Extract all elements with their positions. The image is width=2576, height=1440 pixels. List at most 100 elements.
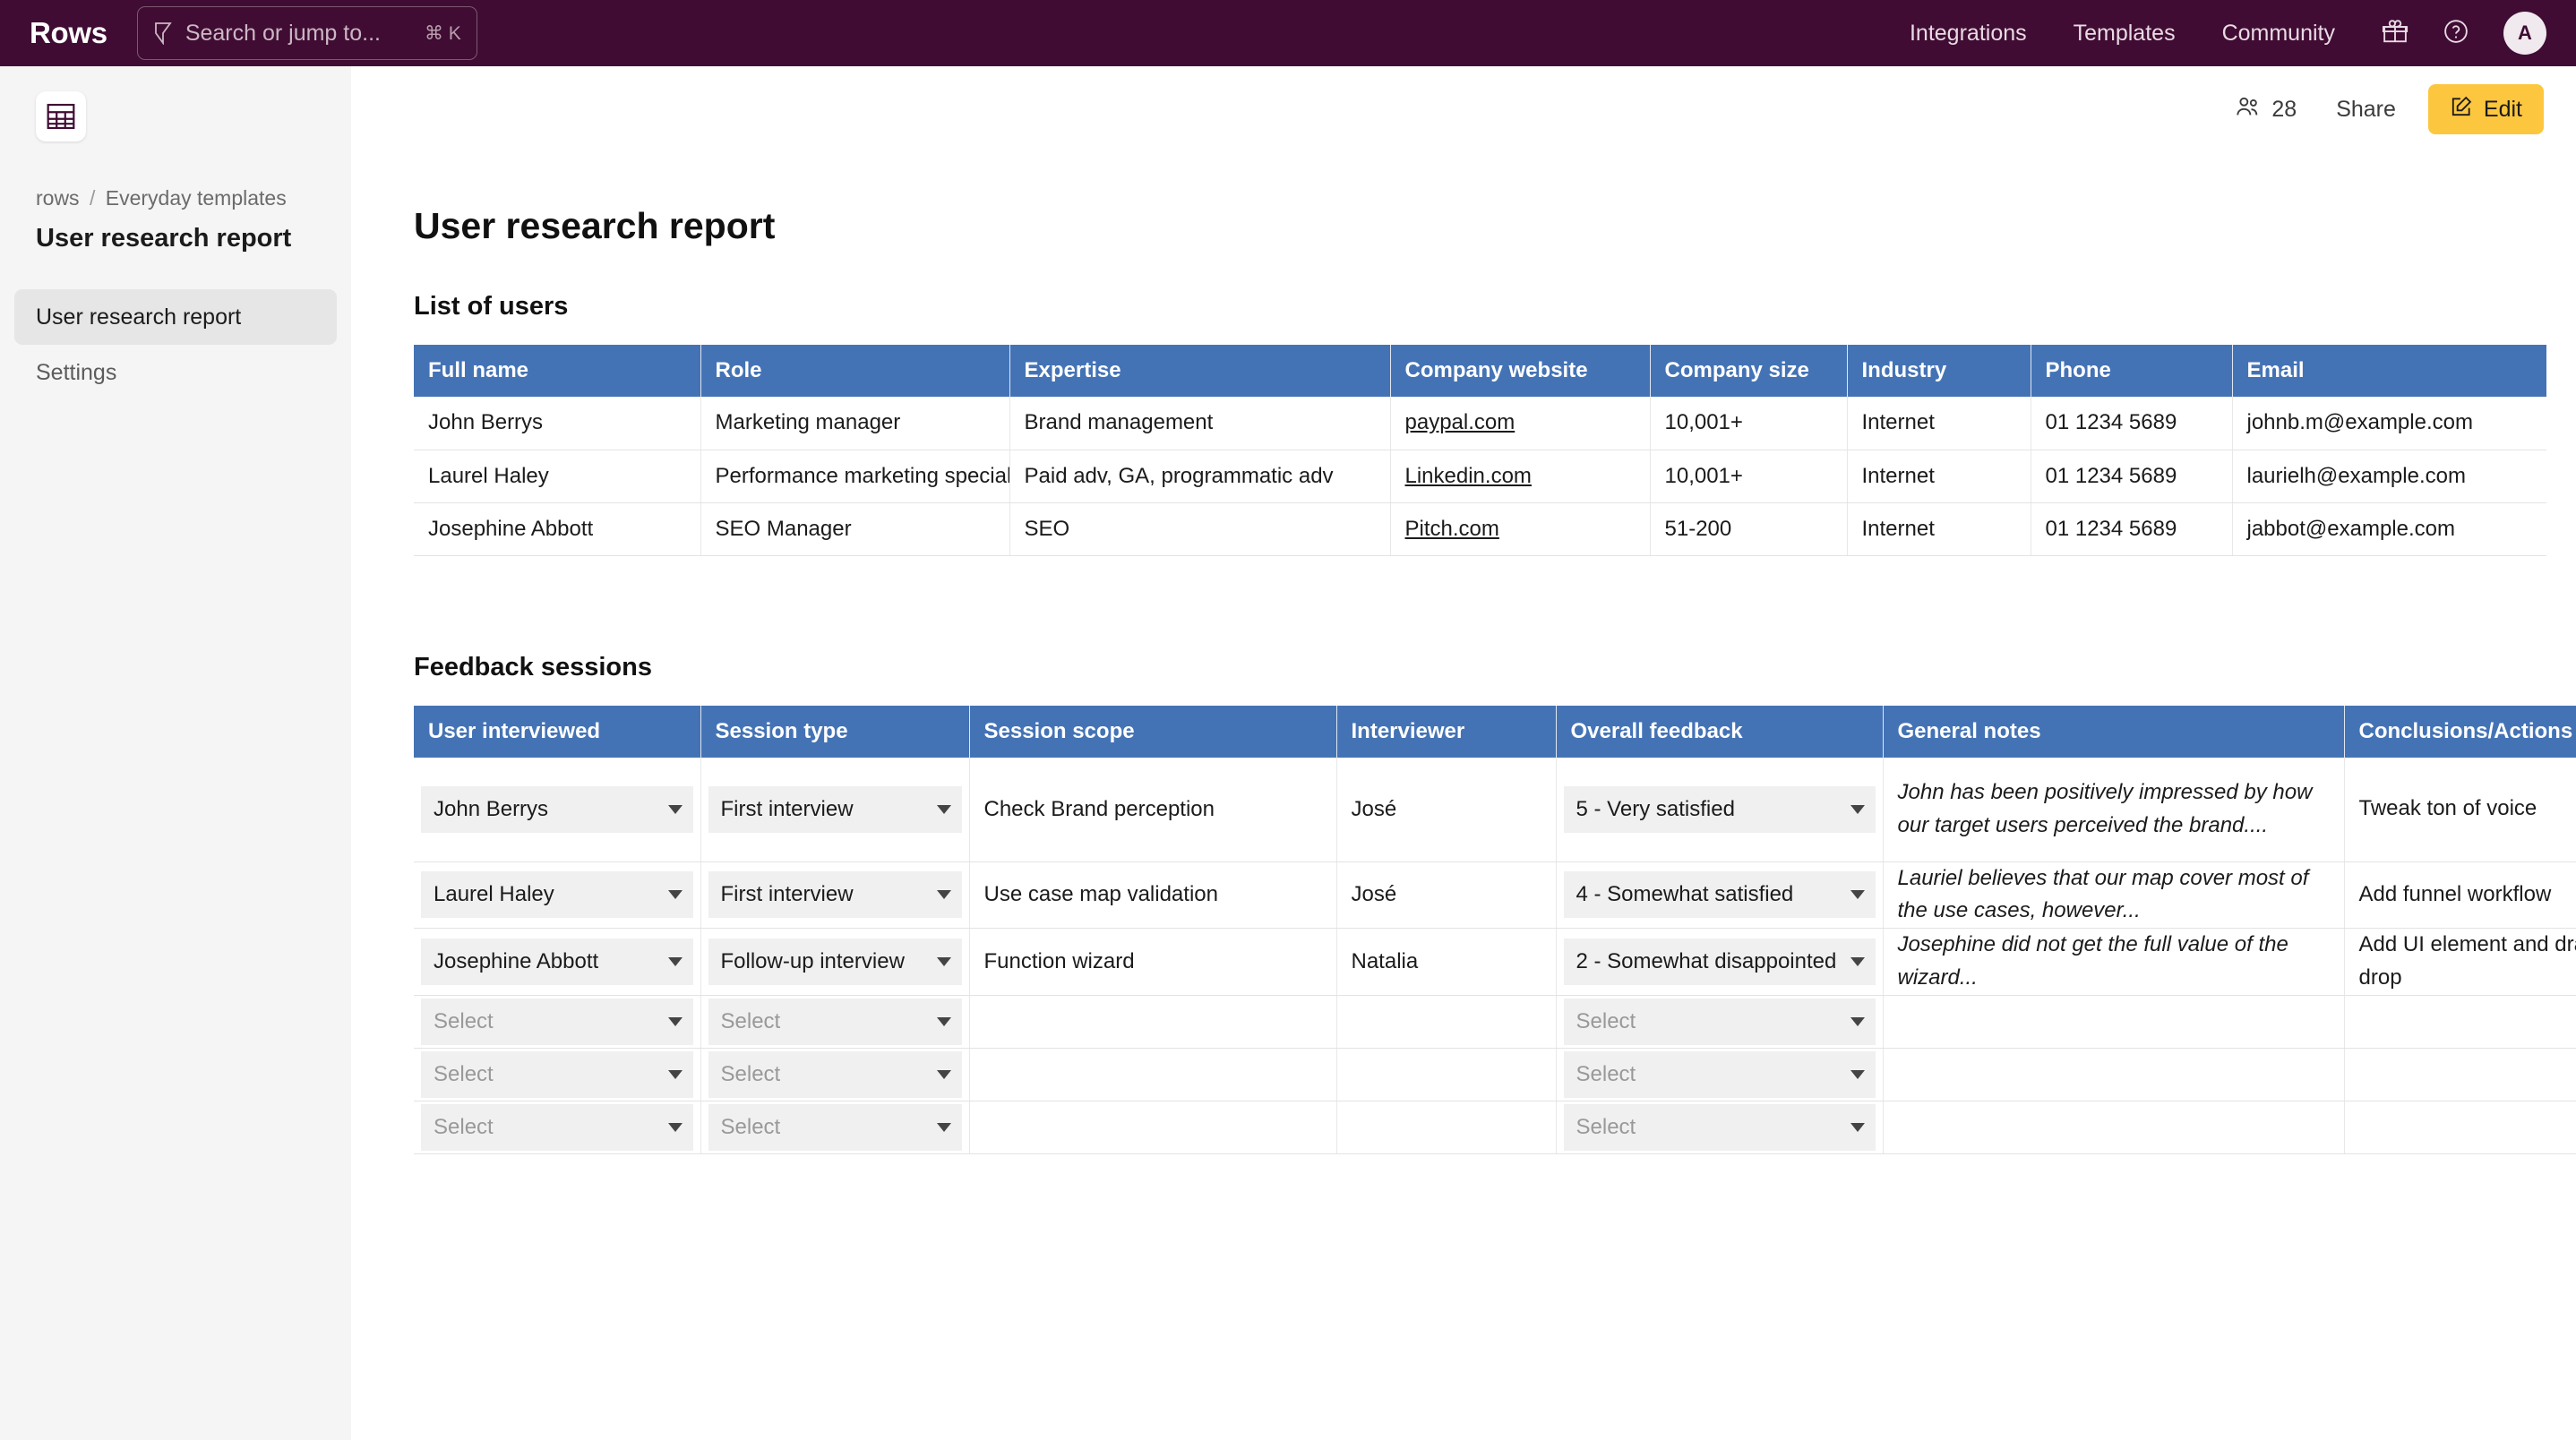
user-interviewed-select[interactable]: John Berrys [421,785,693,833]
cell-company-website[interactable]: Pitch.com [1390,502,1651,556]
cell-company-size[interactable]: 10,001+ [1650,397,1848,450]
nav-community[interactable]: Community [2222,21,2335,47]
cell-conclusions[interactable]: Tweak ton of voice [2344,758,2576,862]
cell-general-notes[interactable]: Josephine did not get the full value of … [1883,928,2345,997]
session-type-select[interactable]: Follow-up interview [708,939,962,986]
company-website-link[interactable]: Pitch.com [1405,517,1499,541]
cell-interviewer[interactable]: José [1336,758,1557,862]
gift-icon[interactable] [2382,18,2409,49]
cell-user-interviewed[interactable]: John Berrys [414,758,701,862]
cell-overall-feedback[interactable]: 4 - Somewhat satisfied [1556,861,1884,930]
col-expertise[interactable]: Expertise [1009,345,1391,397]
overall-feedback-select[interactable]: Select [1563,1104,1876,1152]
table-row[interactable]: Josephine Abbott Follow-up interview Fun… [414,928,2576,997]
col-general-notes[interactable]: General notes [1883,706,2345,758]
cell-session-scope[interactable] [969,1101,1337,1155]
cell-conclusions[interactable] [2344,1048,2576,1102]
col-full-name[interactable]: Full name [414,345,701,397]
col-email[interactable]: Email [2232,345,2546,397]
company-website-link[interactable]: Linkedin.com [1405,464,1532,488]
cell-user-interviewed[interactable]: Select [414,995,701,1050]
brand-logo[interactable]: Rows [30,16,107,50]
session-type-select[interactable]: Select [708,1051,962,1099]
cell-session-type[interactable]: Select [700,1048,970,1102]
cell-user-interviewed[interactable]: Select [414,1048,701,1102]
cell-overall-feedback[interactable]: 2 - Somewhat disappointed [1556,928,1884,997]
table-row[interactable]: Josephine Abbott SEO Manager SEO Pitch.c… [414,502,2546,556]
user-interviewed-select[interactable]: Select [421,1104,693,1152]
cell-expertise[interactable]: SEO [1009,502,1391,556]
cell-user-interviewed[interactable]: Laurel Haley [414,861,701,930]
edit-button[interactable]: Edit [2427,84,2544,134]
table-row[interactable]: Laurel Haley Performance marketing speci… [414,450,2546,503]
cell-session-scope[interactable] [969,1048,1337,1102]
sidebar-item-user-research-report[interactable]: User research report [14,289,337,346]
search-input[interactable]: Search or jump to... ⌘ K [136,6,477,60]
col-session-type[interactable]: Session type [700,706,970,758]
cell-full-name[interactable]: Laurel Haley [414,450,701,503]
cell-session-scope[interactable]: Check Brand perception [969,758,1337,862]
breadcrumb-folder[interactable]: Everyday templates [106,186,287,210]
user-interviewed-select[interactable]: Select [421,999,693,1046]
overall-feedback-select[interactable]: Select [1563,1051,1876,1099]
cell-industry[interactable]: Internet [1847,397,2031,450]
cell-conclusions[interactable]: Add UI element and drag-drop [2344,928,2576,997]
company-website-link[interactable]: paypal.com [1405,410,1516,434]
cell-interviewer[interactable] [1336,1048,1557,1102]
cell-interviewer[interactable]: Natalia [1336,928,1557,997]
cell-overall-feedback[interactable]: 5 - Very satisfied [1556,758,1884,862]
cell-role[interactable]: Marketing manager [700,397,1010,450]
help-icon[interactable] [2443,18,2469,49]
cell-interviewer[interactable] [1336,1101,1557,1155]
cell-general-notes[interactable]: John has been positively impressed by ho… [1883,758,2345,862]
col-phone[interactable]: Phone [2031,345,2233,397]
cell-session-scope[interactable] [969,995,1337,1050]
cell-general-notes[interactable] [1883,1048,2345,1102]
cell-expertise[interactable]: Paid adv, GA, programmatic adv [1009,450,1391,503]
cell-user-interviewed[interactable]: Select [414,1101,701,1155]
cell-session-type[interactable]: Select [700,995,970,1050]
col-company-website[interactable]: Company website [1390,345,1651,397]
cell-session-type[interactable]: First interview [700,758,970,862]
cell-general-notes[interactable] [1883,995,2345,1050]
overall-feedback-select[interactable]: 4 - Somewhat satisfied [1563,871,1876,919]
cell-role[interactable]: SEO Manager [700,502,1010,556]
cell-role[interactable]: Performance marketing specialist [700,450,1010,503]
cell-company-size[interactable]: 51-200 [1650,502,1848,556]
cell-phone[interactable]: 01 1234 5689 [2031,502,2233,556]
sidebar-item-settings[interactable]: Settings [14,345,337,400]
cell-conclusions[interactable] [2344,1101,2576,1155]
cell-full-name[interactable]: John Berrys [414,397,701,450]
cell-general-notes[interactable] [1883,1101,2345,1155]
cell-industry[interactable]: Internet [1847,450,2031,503]
cell-session-type[interactable]: First interview [700,861,970,930]
cell-interviewer[interactable]: José [1336,861,1557,930]
cell-overall-feedback[interactable]: Select [1556,995,1884,1050]
spreadsheet-icon[interactable] [36,91,86,141]
nav-templates[interactable]: Templates [2074,21,2176,47]
col-interviewer[interactable]: Interviewer [1336,706,1557,758]
col-company-size[interactable]: Company size [1650,345,1848,397]
overall-feedback-select[interactable]: 5 - Very satisfied [1563,785,1876,833]
cell-overall-feedback[interactable]: Select [1556,1048,1884,1102]
cell-phone[interactable]: 01 1234 5689 [2031,450,2233,503]
col-user-interviewed[interactable]: User interviewed [414,706,701,758]
nav-integrations[interactable]: Integrations [1910,21,2027,47]
table-row[interactable]: Select Select Select [414,1101,2576,1155]
session-type-select[interactable]: First interview [708,785,962,833]
cell-session-scope[interactable]: Function wizard [969,928,1337,997]
table-row[interactable]: John Berrys First interview Check Brand … [414,758,2576,862]
session-type-select[interactable]: First interview [708,871,962,919]
cell-company-size[interactable]: 10,001+ [1650,450,1848,503]
cell-email[interactable]: jabbot@example.com [2232,502,2546,556]
cell-expertise[interactable]: Brand management [1009,397,1391,450]
table-row[interactable]: John Berrys Marketing manager Brand mana… [414,397,2546,450]
cell-company-website[interactable]: paypal.com [1390,397,1651,450]
table-row[interactable]: Laurel Haley First interview Use case ma… [414,861,2576,930]
cell-session-type[interactable]: Follow-up interview [700,928,970,997]
col-conclusions-actions[interactable]: Conclusions/Actions [2344,706,2576,758]
user-interviewed-select[interactable]: Laurel Haley [421,871,693,919]
col-role[interactable]: Role [700,345,1010,397]
cell-industry[interactable]: Internet [1847,502,2031,556]
overall-feedback-select[interactable]: 2 - Somewhat disappointed [1563,939,1876,986]
